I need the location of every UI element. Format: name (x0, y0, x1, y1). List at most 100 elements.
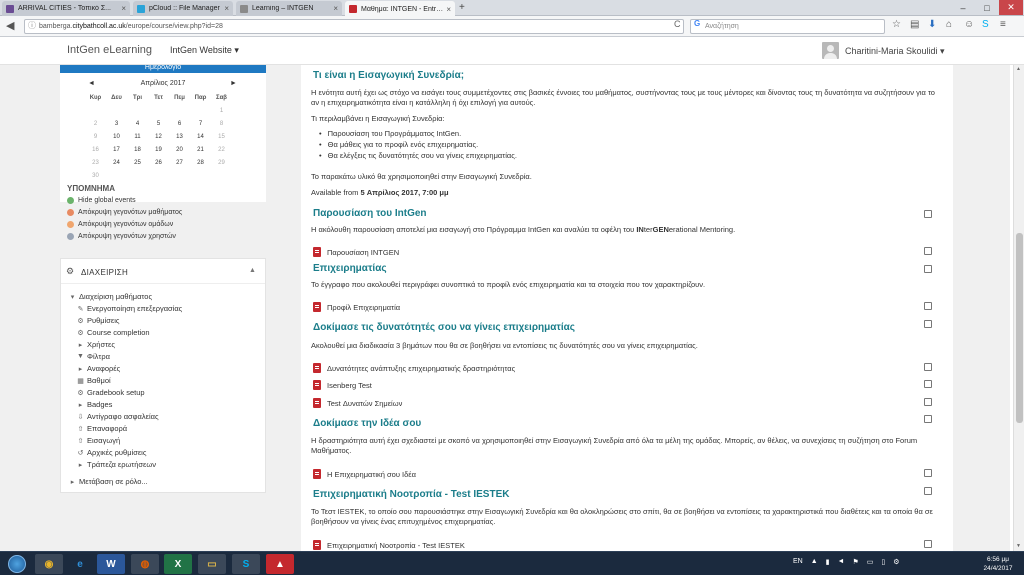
tree-item-reset[interactable]: ↺ Αρχικές ρυθμίσεις (76, 448, 147, 457)
tree-item-badges[interactable]: ▸ Badges (76, 400, 113, 409)
system-clock[interactable]: 6:56 μμ 24/4/2017 (979, 555, 1017, 573)
completion-checkbox[interactable] (924, 398, 932, 406)
chrome-icon[interactable]: ◉ (35, 554, 63, 574)
tree-item-grades[interactable]: ▦ Βαθμοί (76, 376, 110, 385)
user-menu[interactable]: Charitini-Maria Skoulidi ▾ (845, 46, 945, 57)
site-brand[interactable]: IntGen eLearning (67, 44, 152, 56)
download-icon[interactable]: ⬇ (928, 19, 936, 30)
window-close-button[interactable]: ✕ (999, 0, 1023, 15)
tree-switch-role[interactable]: ▸ Μετάβαση σε ρόλο... (68, 477, 148, 486)
event-filter-global[interactable]: Hide global events (67, 197, 136, 204)
tree-item-edit-mode[interactable]: ✎ Ενεργοποίηση επεξεργασίας (76, 304, 183, 313)
firefox-icon[interactable]: ◍ (131, 554, 159, 574)
skype-icon[interactable]: S (232, 554, 260, 574)
collapse-icon[interactable]: ▲ (249, 267, 256, 274)
network-icon[interactable]: ▮ (826, 558, 830, 566)
tree-item-users[interactable]: ▸ Χρήστες (76, 340, 115, 349)
tree-item-backup[interactable]: ⇩ Αντίγραφο ασφαλείας (76, 412, 159, 421)
vertical-scrollbar[interactable]: ▲ ▼ (1013, 65, 1024, 551)
event-filter-groups[interactable]: Απόκρυψη γεγονότων ομάδων (67, 221, 173, 228)
settings-icon[interactable]: ⚙ (893, 558, 899, 566)
close-icon[interactable]: × (446, 5, 451, 14)
section-title[interactable]: Επιχειρηματική Νοοτροπία - Test IESTEK (313, 489, 509, 500)
search-input[interactable]: Αναζήτηση (690, 19, 885, 34)
resource-link[interactable]: Isenberg Test (313, 380, 372, 390)
resource-link[interactable]: Παρουσίαση INTGEN (313, 247, 399, 257)
browser-tab-course[interactable]: Μάθημα: INTGEN - Entrepr... × (345, 1, 455, 17)
tree-item-filters[interactable]: ▼ Φίλτρα (76, 352, 110, 361)
tree-item-gradebook-setup[interactable]: ⚙ Gradebook setup (76, 388, 144, 397)
minimize-button[interactable]: – (951, 0, 975, 15)
resource-link[interactable]: Επιχειρηματική Νοοτροπία - Test IESTEK (313, 540, 465, 550)
browser-tab-arrival-cities[interactable]: ARRIVAL CITIES - Τοπικό Σ... × (2, 1, 130, 16)
completion-checkbox[interactable] (924, 210, 932, 218)
section-title[interactable]: Δοκίμασε τις δυνατότητές σου να γίνεις ε… (313, 322, 575, 333)
reload-icon[interactable]: C (674, 19, 681, 29)
tree-item-restore[interactable]: ⇧ Επαναφορά (76, 424, 128, 433)
start-button[interactable] (8, 555, 26, 573)
menu-icon[interactable]: ≡ (1000, 19, 1006, 30)
resource-label: Isenberg Test (327, 380, 372, 390)
close-icon[interactable]: × (333, 4, 338, 13)
section-title[interactable]: Παρουσίαση του IntGen (313, 208, 427, 219)
calendar-next-month[interactable]: ► (230, 80, 237, 87)
volume-icon[interactable]: ◄ (838, 558, 845, 566)
tree-item-course-completion[interactable]: ⚙ Course completion (76, 328, 149, 337)
display-icon[interactable]: ▭ (867, 558, 874, 566)
address-bar[interactable]: bamberga.citybathcoll.ac.uk/europe/cours… (24, 19, 684, 34)
tree-item-import[interactable]: ⇧ Εισαγωγή (76, 436, 121, 445)
back-icon[interactable]: ◀ (6, 19, 14, 32)
tree-item-settings[interactable]: ⚙ Ρυθμίσεις (76, 316, 119, 325)
administration-header: ⚙ ΔΙΑΧΕΙΡΙΣΗ ▲ (61, 259, 265, 284)
scroll-down-icon[interactable]: ▼ (1016, 543, 1021, 549)
language-indicator[interactable]: EN (793, 558, 803, 566)
pdf-icon (313, 469, 321, 479)
word-icon[interactable]: W (97, 554, 125, 574)
browser-tab-learning[interactable]: Learning – INTGEN × (236, 1, 342, 16)
scrollbar-thumb[interactable] (1016, 233, 1023, 423)
tree-item-question-bank[interactable]: ▸ Τράπεζα ερωτήσεων (76, 460, 156, 469)
star-icon[interactable]: ☆ (892, 19, 901, 30)
tree-course-administration[interactable]: ▾ Διαχείριση μαθήματος (68, 292, 152, 301)
completion-checkbox[interactable] (924, 320, 932, 328)
flag-icon[interactable]: ⚑ (852, 558, 858, 566)
browser-tab-pcloud[interactable]: pCloud :: File Manager × (133, 1, 233, 16)
completion-checkbox[interactable] (924, 363, 932, 371)
resource-link[interactable]: Δυνατότητες ανάπτυξης επιχειρηματικής δρ… (313, 363, 515, 373)
tree-item-reports[interactable]: ▸ Αναφορές (76, 364, 120, 373)
home-icon[interactable]: ⌂ (946, 19, 952, 30)
completion-checkbox[interactable] (924, 469, 932, 477)
section-title[interactable]: Δοκίμασε την Ιδέα σου (313, 418, 421, 429)
new-tab-button[interactable]: + (459, 2, 465, 13)
event-filter-course[interactable]: Απόκρυψη γεγονότων μαθήματος (67, 209, 182, 216)
tray-arrow-icon[interactable]: ▲ (811, 558, 818, 566)
acrobat-icon[interactable]: ▲ (266, 554, 294, 574)
reading-list-icon[interactable]: ▤ (910, 19, 919, 30)
avatar[interactable] (822, 42, 839, 59)
close-icon[interactable]: × (121, 4, 126, 13)
skype-icon[interactable]: S (982, 19, 989, 30)
event-filter-users[interactable]: Απόκρυψη γεγονότων χρηστών (67, 233, 176, 240)
close-icon[interactable]: × (224, 4, 229, 13)
completion-checkbox[interactable] (924, 247, 932, 255)
search-engine-icon[interactable]: G (694, 19, 700, 28)
completion-checkbox[interactable] (924, 487, 932, 495)
completion-checkbox[interactable] (924, 380, 932, 388)
chat-icon[interactable]: ☺ (964, 19, 974, 30)
section-title[interactable]: Επιχειρηματίας (313, 263, 387, 274)
completion-checkbox[interactable] (924, 415, 932, 423)
excel-icon[interactable]: X (164, 554, 192, 574)
maximize-button[interactable]: □ (975, 0, 999, 15)
resource-link[interactable]: Προφίλ Επιχειρηματία (313, 302, 400, 312)
completion-checkbox[interactable] (924, 265, 932, 273)
resource-link[interactable]: Η Επιχειρηματική σου Ιδέα (313, 469, 416, 479)
battery-icon[interactable]: ▯ (881, 558, 885, 566)
site-menu-dropdown[interactable]: IntGen Website ▾ (170, 45, 239, 56)
internet-explorer-icon[interactable]: e (66, 554, 94, 574)
completion-checkbox[interactable] (924, 302, 932, 310)
info-icon[interactable]: ⓘ (28, 20, 36, 31)
file-explorer-icon[interactable]: ▭ (198, 554, 226, 574)
scroll-up-icon[interactable]: ▲ (1016, 66, 1021, 72)
resource-link[interactable]: Test Δυνατών Σημείων (313, 398, 402, 408)
completion-checkbox[interactable] (924, 540, 932, 548)
